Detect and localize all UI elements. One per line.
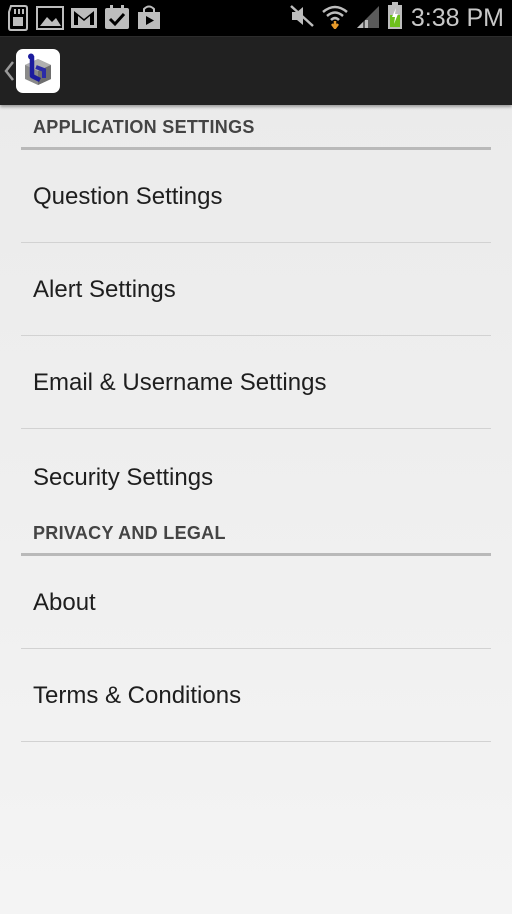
section-header-privacy-and-legal: PRIVACY AND LEGAL	[21, 523, 491, 556]
gmail-icon	[70, 7, 98, 29]
system-icons: 3:38 PM	[289, 1, 504, 35]
wifi-icon	[321, 3, 349, 34]
list-item-alert-settings[interactable]: Alert Settings	[21, 243, 491, 336]
list-item-label: Question Settings	[33, 182, 223, 210]
list-item-label: Alert Settings	[33, 275, 176, 303]
list-item-label: Terms & Conditions	[33, 681, 242, 709]
mute-icon	[289, 4, 315, 33]
play-store-icon	[136, 5, 162, 31]
section-header-label: PRIVACY AND LEGAL	[33, 523, 226, 543]
section-header-application-settings: APPLICATION SETTINGS	[21, 104, 491, 150]
settings-list: APPLICATION SETTINGS Question Settings A…	[0, 104, 512, 742]
app-logo-icon	[16, 49, 60, 93]
settings-screen: 3:38 PM APPLICATION SETTINGS Question Se…	[0, 0, 512, 914]
section-header-label: APPLICATION SETTINGS	[33, 117, 255, 137]
list-item-label: Email & Username Settings	[33, 368, 327, 396]
chevron-left-icon	[3, 59, 15, 83]
notification-icons	[6, 4, 162, 32]
list-item-security-settings[interactable]: Security Settings	[21, 429, 491, 526]
list-item-email-username-settings[interactable]: Email & Username Settings	[21, 336, 491, 429]
list-item-about[interactable]: About	[21, 556, 491, 649]
sd-card-icon	[6, 5, 30, 31]
up-navigation-button[interactable]	[0, 37, 66, 105]
battery-charging-icon	[387, 1, 403, 35]
task-check-icon	[104, 5, 130, 31]
list-item-label: Security Settings	[33, 463, 214, 491]
list-item-question-settings[interactable]: Question Settings	[21, 150, 491, 243]
status-clock: 3:38 PM	[410, 4, 504, 32]
status-bar: 3:38 PM	[0, 0, 512, 36]
list-item-label: About	[33, 588, 96, 616]
signal-icon	[355, 3, 381, 34]
action-bar	[0, 36, 512, 105]
list-item-terms-and-conditions[interactable]: Terms & Conditions	[21, 649, 491, 742]
image-icon	[36, 6, 64, 30]
